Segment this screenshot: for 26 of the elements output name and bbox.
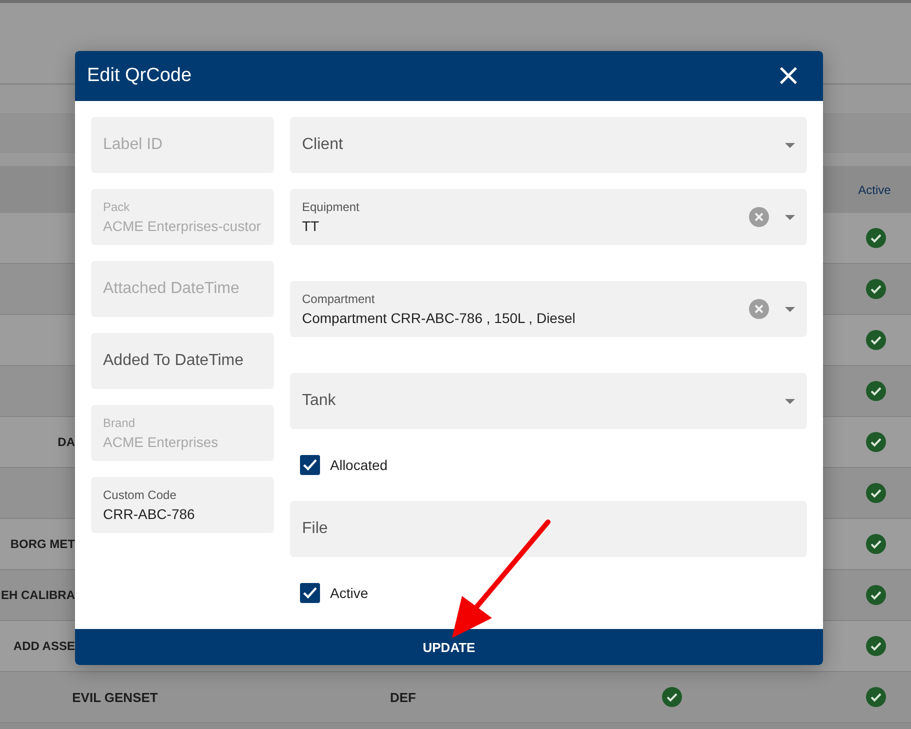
input-field[interactable]: Custom Code CRR-ABC-786 [91, 477, 274, 533]
checkbox[interactable] [300, 455, 320, 475]
table-cell: DEF [390, 690, 416, 704]
caret-icon[interactable] [785, 142, 795, 148]
column-header[interactable]: Active [839, 182, 910, 196]
checkbox-label: Allocated [330, 457, 388, 473]
select-field[interactable]: Compartment Compartment CRR-ABC-786 , 150L , Diesel [290, 281, 807, 337]
table-cell: EVIL GENSET [72, 690, 158, 704]
checkbox[interactable] [300, 583, 320, 603]
checkbox-label: Active [330, 585, 368, 601]
input-field[interactable]: Added To DateTime [91, 333, 274, 389]
dialog-title: Edit QrCode [87, 65, 192, 87]
table-cell: BORG MET [10, 537, 75, 551]
table-cell: DA [58, 435, 75, 449]
clear-icon[interactable] [749, 207, 769, 227]
close-button[interactable]: × [776, 64, 801, 88]
caret-icon[interactable] [785, 398, 795, 404]
caret-icon[interactable] [785, 306, 795, 312]
select-field[interactable]: Client [290, 117, 807, 173]
select-field[interactable]: Tank [290, 373, 807, 429]
clear-icon[interactable] [749, 299, 769, 319]
table-cell: EH CALIBRA [1, 588, 75, 602]
update-button[interactable]: UPDATE [75, 629, 823, 665]
select-field[interactable]: Equipment TT [290, 189, 807, 245]
file-field[interactable]: File [290, 501, 807, 557]
table-cell: ADD ASSE [13, 639, 75, 653]
